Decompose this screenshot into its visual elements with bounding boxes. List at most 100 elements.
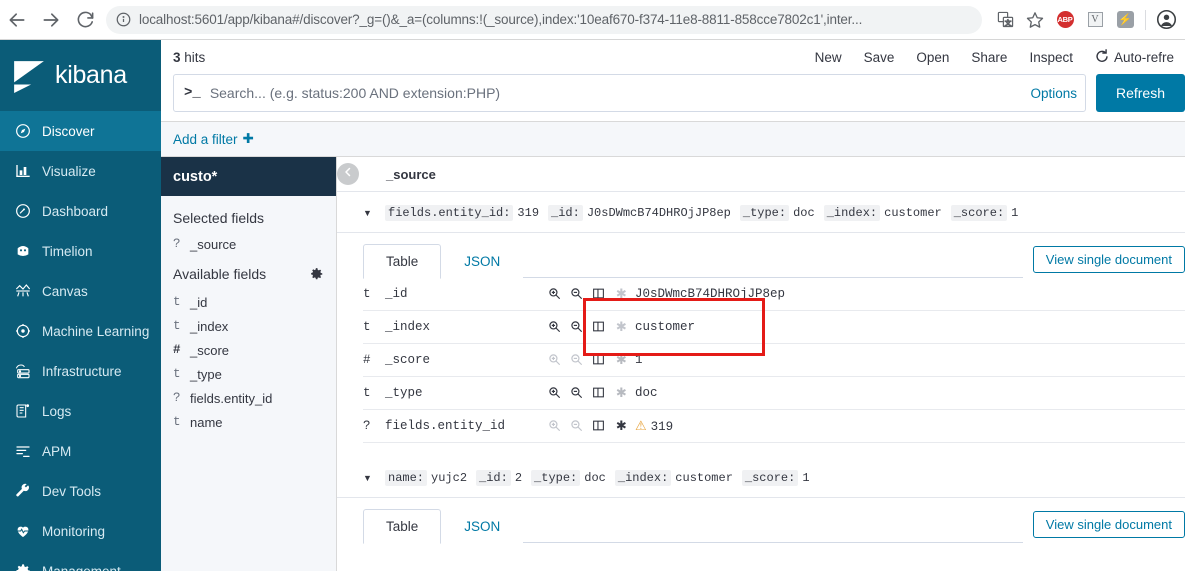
auto-refresh-label: Auto-refre <box>1113 49 1174 65</box>
search-input[interactable] <box>209 85 1023 101</box>
inspect-button[interactable]: Inspect <box>1018 50 1084 65</box>
expand-toggle-icon[interactable]: ▼ <box>363 469 385 483</box>
table-row: ? fields.entity_id ✱ ⚠ 319 <box>363 410 1185 443</box>
translate-icon[interactable]: 文 <box>990 5 1020 35</box>
summary-key: _index: <box>614 470 672 486</box>
tab-json[interactable]: JSON <box>441 509 523 544</box>
tab-table[interactable]: Table <box>363 244 442 279</box>
expand-toggle-icon[interactable]: ▼ <box>363 204 385 218</box>
field-item-fields-entity-id[interactable]: ? fields.entity_id <box>161 382 336 406</box>
summary-value: doc <box>584 471 606 485</box>
sidebar-item-timelion[interactable]: Timelion <box>0 231 161 271</box>
index-pattern-selector[interactable]: custo* <box>161 157 336 196</box>
tab-table[interactable]: Table <box>363 509 442 544</box>
document-table: _source ▼ fields.entity_id: 319 _id: J0sDWm… <box>337 157 1185 571</box>
filter-for-field-present-icon[interactable]: ✱ <box>612 418 630 434</box>
field-value-table-1: t _id ✱ J0sDWmcB74DHROjJP8ep t _index ✱ … <box>363 278 1185 443</box>
sidebar-item-infrastructure[interactable]: Infrastructure <box>0 351 161 391</box>
sidebar-item-machine-learning[interactable]: Machine Learning <box>0 311 161 351</box>
available-fields-header: Available fields <box>161 252 336 286</box>
dashboard-icon <box>12 203 34 219</box>
toggle-column-icon[interactable] <box>590 319 608 335</box>
field-value: J0sDWmcB74DHROjJP8ep <box>635 287 786 301</box>
toolbar-divider <box>1145 9 1146 30</box>
add-filter-button[interactable]: Add a filter ✚ <box>173 131 254 147</box>
sidebar-item-apm[interactable]: APM <box>0 431 161 471</box>
field-type-icon: # <box>173 343 181 358</box>
sidebar-item-canvas[interactable]: Canvas <box>0 271 161 311</box>
summary-value: customer <box>675 471 733 485</box>
address-bar[interactable]: localhost:5601/app/kibana#/discover?_g=(… <box>106 5 982 34</box>
forward-arrow-icon[interactable] <box>34 3 68 37</box>
query-options-link[interactable]: Options <box>1022 86 1077 101</box>
site-info-icon[interactable] <box>116 12 131 27</box>
field-type-icon: ? <box>173 391 181 406</box>
profile-avatar-icon[interactable] <box>1151 5 1181 35</box>
row-actions: ✱ <box>545 278 635 311</box>
filter-out-value-icon[interactable] <box>567 319 585 335</box>
field-name: _source <box>190 236 237 252</box>
reload-icon[interactable] <box>68 3 102 37</box>
filter-for-field-present-icon[interactable]: ✱ <box>612 385 630 401</box>
filter-out-value-icon[interactable] <box>567 385 585 401</box>
field-item-id[interactable]: t _id <box>161 286 336 310</box>
filter-out-value-icon[interactable] <box>567 286 585 302</box>
field-item-score[interactable]: # _score <box>161 334 336 358</box>
toggle-column-icon[interactable] <box>590 418 608 434</box>
sidebar-item-discover[interactable]: Discover <box>0 111 161 151</box>
view-single-document-button-2[interactable]: View single document <box>1032 511 1185 538</box>
field-item-type[interactable]: t _type <box>161 358 336 382</box>
auto-refresh-button[interactable]: Auto-refre <box>1084 48 1185 66</box>
field-name: _index <box>385 320 431 334</box>
adblock-plus-icon[interactable]: ABP <box>1050 5 1080 35</box>
field-item-source[interactable]: ? _source <box>161 228 336 252</box>
summary-key: _type: <box>531 470 581 486</box>
toggle-column-icon[interactable] <box>590 286 608 302</box>
toggle-column-icon[interactable] <box>590 385 608 401</box>
new-button[interactable]: New <box>804 50 853 65</box>
filter-for-value-icon[interactable] <box>545 385 563 401</box>
wrench-icon <box>12 483 34 499</box>
bookmark-star-icon[interactable] <box>1020 5 1050 35</box>
apm-icon <box>12 443 34 459</box>
field-name: _score <box>190 342 230 358</box>
field-item-name[interactable]: t name <box>161 406 336 430</box>
field-settings-gear-icon[interactable] <box>310 267 324 286</box>
tab-json[interactable]: JSON <box>441 244 523 279</box>
grammar-check-label: V <box>1087 12 1103 27</box>
collapse-sidebar-button[interactable] <box>337 163 359 185</box>
field-name: _score <box>385 353 431 367</box>
field-item-index[interactable]: t _index <box>161 310 336 334</box>
row-actions: ✱ <box>545 344 635 377</box>
kibana-logo[interactable]: kibana <box>0 40 161 111</box>
sidebar-item-monitoring[interactable]: Monitoring <box>0 511 161 551</box>
table-row: t _type ✱ doc <box>363 377 1185 410</box>
query-bar[interactable]: >_ Options <box>173 74 1086 112</box>
sidebar-item-dev-tools[interactable]: Dev Tools <box>0 471 161 511</box>
detail-tabs-1: Table JSON <box>363 243 523 279</box>
refresh-button[interactable]: Refresh <box>1095 74 1185 112</box>
sidebar-item-logs[interactable]: Logs <box>0 391 161 431</box>
open-button[interactable]: Open <box>905 50 960 65</box>
summary-value: 1 <box>802 471 810 485</box>
tabs-underline <box>523 277 1023 278</box>
sidebar-item-dashboard[interactable]: Dashboard <box>0 191 161 231</box>
share-button[interactable]: Share <box>960 50 1018 65</box>
back-arrow-icon[interactable] <box>0 3 34 37</box>
filter-out-value-icon <box>567 352 585 368</box>
filter-for-value-icon[interactable] <box>545 319 563 335</box>
grammar-check-icon[interactable]: V <box>1080 5 1110 35</box>
filter-for-value-icon[interactable] <box>545 286 563 302</box>
lightning-extension-icon[interactable]: ⚡ <box>1110 5 1140 35</box>
compass-icon <box>12 123 34 139</box>
sidebar-item-visualize[interactable]: Visualize <box>0 151 161 191</box>
filter-for-field-present-icon[interactable]: ✱ <box>612 352 630 368</box>
field-type: t <box>363 320 371 334</box>
save-button[interactable]: Save <box>853 50 906 65</box>
view-single-document-button-1[interactable]: View single document <box>1032 246 1185 273</box>
field-value: ⚠ 319 <box>635 410 1185 443</box>
toggle-column-icon[interactable] <box>590 352 608 368</box>
sidebar-item-management[interactable]: Management <box>0 551 161 571</box>
field-name: fields.entity_id <box>190 390 273 406</box>
hits-label: hits <box>184 49 206 65</box>
